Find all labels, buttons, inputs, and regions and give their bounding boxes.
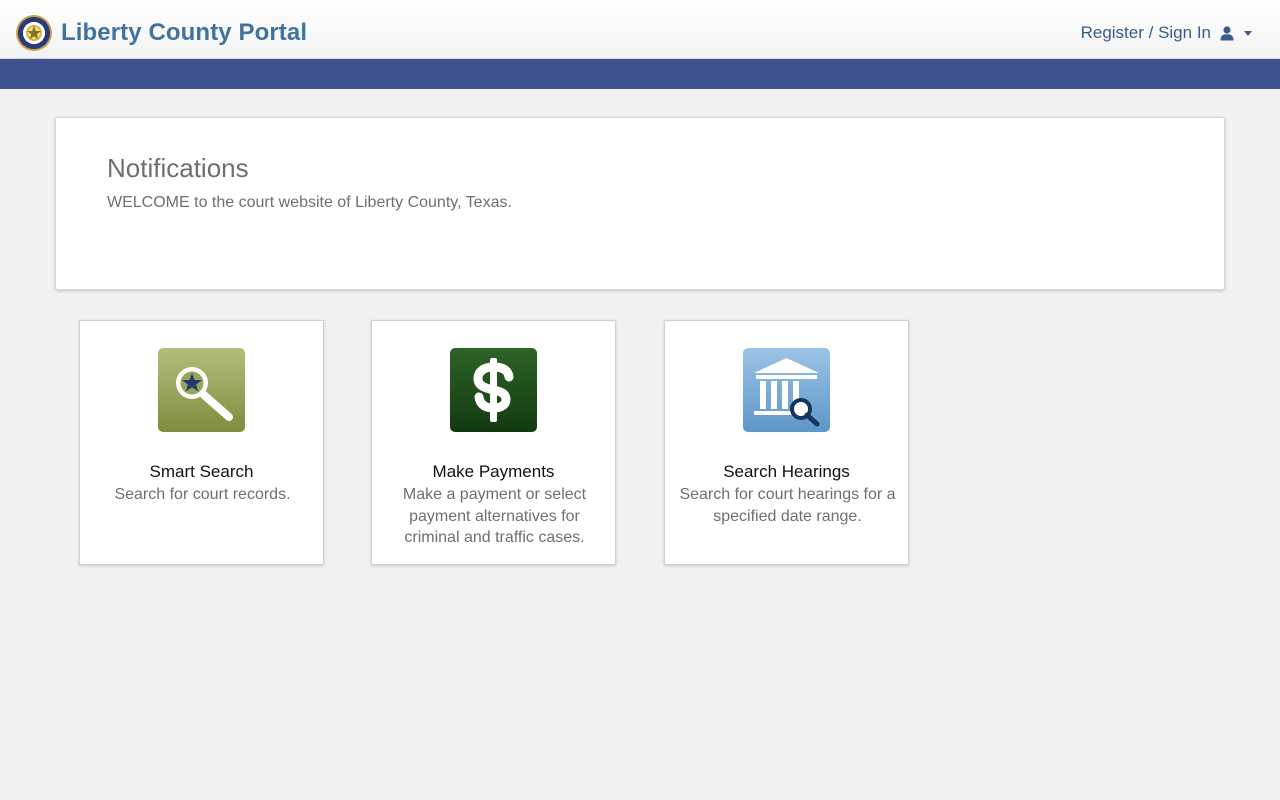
portal-title: Liberty County Portal — [61, 19, 308, 46]
make-payments-tile[interactable]: Make Payments Make a payment or select p… — [371, 320, 616, 565]
tile-title: Smart Search — [149, 462, 254, 481]
notifications-heading: Notifications — [107, 153, 249, 183]
search-hearings-tile[interactable]: Search Hearings Search for court hearing… — [664, 320, 909, 565]
tile-title: Search Hearings — [723, 462, 850, 481]
dollar-sign-icon — [450, 348, 537, 432]
tile-title: Make Payments — [432, 462, 555, 481]
chevron-down-icon — [1244, 30, 1252, 36]
notifications-message: WELCOME to the court website of Liberty … — [107, 194, 512, 211]
top-bar: Liberty County Portal Register / Sign In — [0, 0, 1280, 59]
courthouse-search-icon — [743, 348, 830, 432]
tile-description: Make a payment or select payment alterna… — [402, 486, 587, 546]
portal-home-link[interactable]: Liberty County Portal — [16, 15, 307, 51]
tile-description: Search for court records. — [114, 486, 291, 503]
magnifier-star-icon — [158, 348, 245, 432]
county-seal-icon — [16, 15, 52, 51]
register-sign-in-menu[interactable]: Register / Sign In — [1081, 23, 1252, 43]
navigation-band — [0, 59, 1280, 89]
tile-description: Search for court hearings for a specifie… — [679, 486, 896, 525]
user-icon — [1220, 25, 1234, 41]
sign-in-label: Register / Sign In — [1080, 23, 1211, 42]
notifications-panel: Notifications WELCOME to the court websi… — [55, 117, 1225, 290]
smart-search-tile[interactable]: Smart Search Search for court records. — [79, 320, 324, 565]
